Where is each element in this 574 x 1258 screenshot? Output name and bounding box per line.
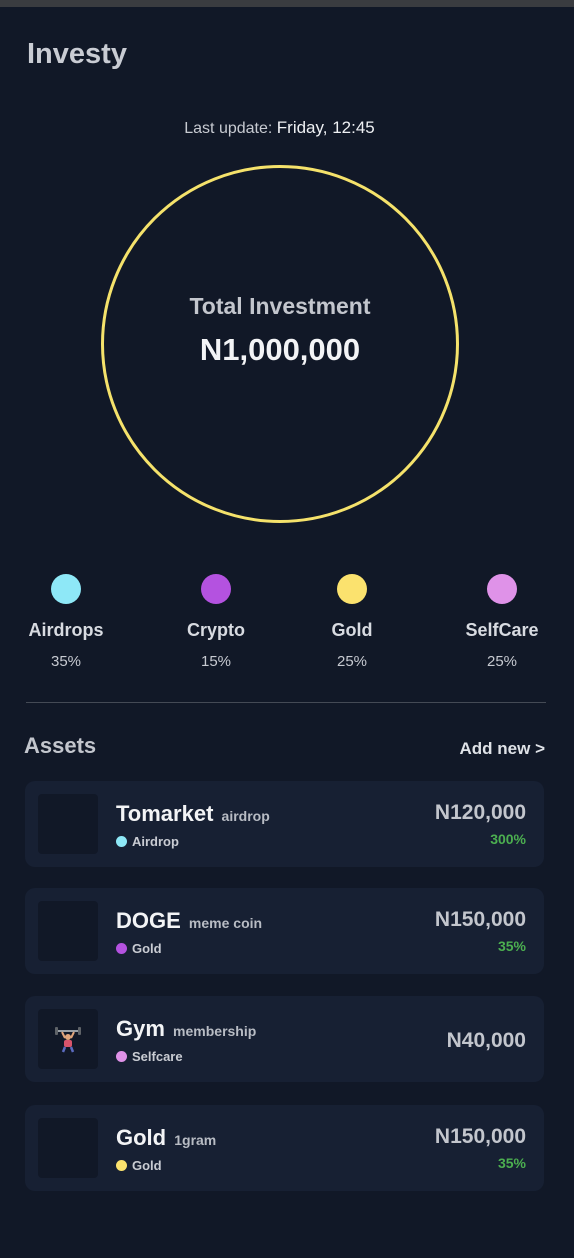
legend-dot-selfcare xyxy=(487,574,517,604)
assets-title: Assets xyxy=(24,733,97,758)
category-dot xyxy=(116,1160,127,1171)
legend-name: Crypto xyxy=(187,620,245,640)
legend-item-airdrops: Airdrops 35% xyxy=(11,574,121,670)
asset-change: 35% xyxy=(497,938,526,954)
legend-dot-gold xyxy=(337,574,367,604)
category-dot xyxy=(116,943,127,954)
asset-amount: N120,000 xyxy=(434,801,526,824)
asset-subtitle: meme coin xyxy=(188,915,263,931)
asset-subtitle: airdrop xyxy=(221,808,270,824)
asset-category: Airdrop xyxy=(116,834,179,849)
category-label: Selfcare xyxy=(132,1049,183,1064)
asset-title: Gold xyxy=(116,1125,167,1150)
asset-name: Gold 1gram xyxy=(116,1125,216,1151)
asset-amount: N40,000 xyxy=(446,1029,526,1052)
legend-percent: 35% xyxy=(50,653,82,670)
legend-dot-airdrops xyxy=(51,574,81,604)
legend-dot-crypto xyxy=(201,574,231,604)
asset-category: Gold xyxy=(116,1158,162,1173)
asset-title: Tomarket xyxy=(116,801,214,826)
asset-name: DOGE meme coin xyxy=(116,908,262,934)
asset-thumbnail xyxy=(38,1118,98,1178)
asset-name: Tomarket airdrop xyxy=(116,801,270,827)
category-dot xyxy=(116,1051,127,1062)
asset-name: Gym membership xyxy=(116,1016,256,1042)
asset-card-gold[interactable]: Gold 1gram Gold N150,000 35% xyxy=(25,1105,544,1191)
legend-name: SelfCare xyxy=(465,620,539,640)
category-label: Gold xyxy=(132,941,162,956)
legend-item-selfcare: SelfCare 25% xyxy=(447,574,557,670)
legend-name: Gold xyxy=(331,620,373,640)
asset-thumbnail xyxy=(38,794,98,854)
asset-change: 35% xyxy=(497,1155,526,1171)
asset-amount: N150,000 xyxy=(434,1125,526,1148)
category-label: Airdrop xyxy=(132,834,179,849)
asset-amount: N150,000 xyxy=(434,908,526,931)
asset-title: DOGE xyxy=(116,908,181,933)
category-label: Gold xyxy=(132,1158,162,1173)
total-investment-value: N1,000,000 xyxy=(199,332,361,367)
window-top-bar xyxy=(0,0,574,7)
asset-category: Gold xyxy=(116,941,162,956)
category-dot xyxy=(116,836,127,847)
asset-card-doge[interactable]: DOGE meme coin Gold N150,000 35% xyxy=(25,888,544,974)
legend-item-gold: Gold 25% xyxy=(297,574,407,670)
last-update-label: Last update: xyxy=(184,120,273,137)
asset-card-tomarket[interactable]: Tomarket airdrop Airdrop N120,000 300% xyxy=(25,781,544,867)
asset-category: Selfcare xyxy=(116,1049,183,1064)
legend-name: Airdrops xyxy=(28,620,104,640)
legend-percent: 25% xyxy=(486,653,518,670)
asset-title: Gym xyxy=(116,1016,165,1041)
app-title: Investy xyxy=(27,38,127,70)
asset-change: 300% xyxy=(490,831,526,847)
total-investment-label: Total Investment xyxy=(189,293,371,319)
weightlifter-icon xyxy=(55,1027,81,1053)
legend-percent: 25% xyxy=(336,653,368,670)
last-update-value: Friday, 12:45 xyxy=(276,118,375,137)
asset-thumbnail xyxy=(38,901,98,961)
add-new-button[interactable]: Add new > xyxy=(460,739,545,759)
legend-percent: 15% xyxy=(200,653,232,670)
asset-subtitle: 1gram xyxy=(174,1132,217,1148)
legend-item-crypto: Crypto 15% xyxy=(161,574,271,670)
section-divider xyxy=(26,702,546,703)
asset-subtitle: membership xyxy=(173,1023,257,1039)
last-update: Last update: Friday, 12:45 xyxy=(0,118,559,138)
asset-thumbnail xyxy=(38,1009,98,1069)
asset-card-gym[interactable]: Gym membership Selfcare N40,000 xyxy=(25,996,544,1082)
